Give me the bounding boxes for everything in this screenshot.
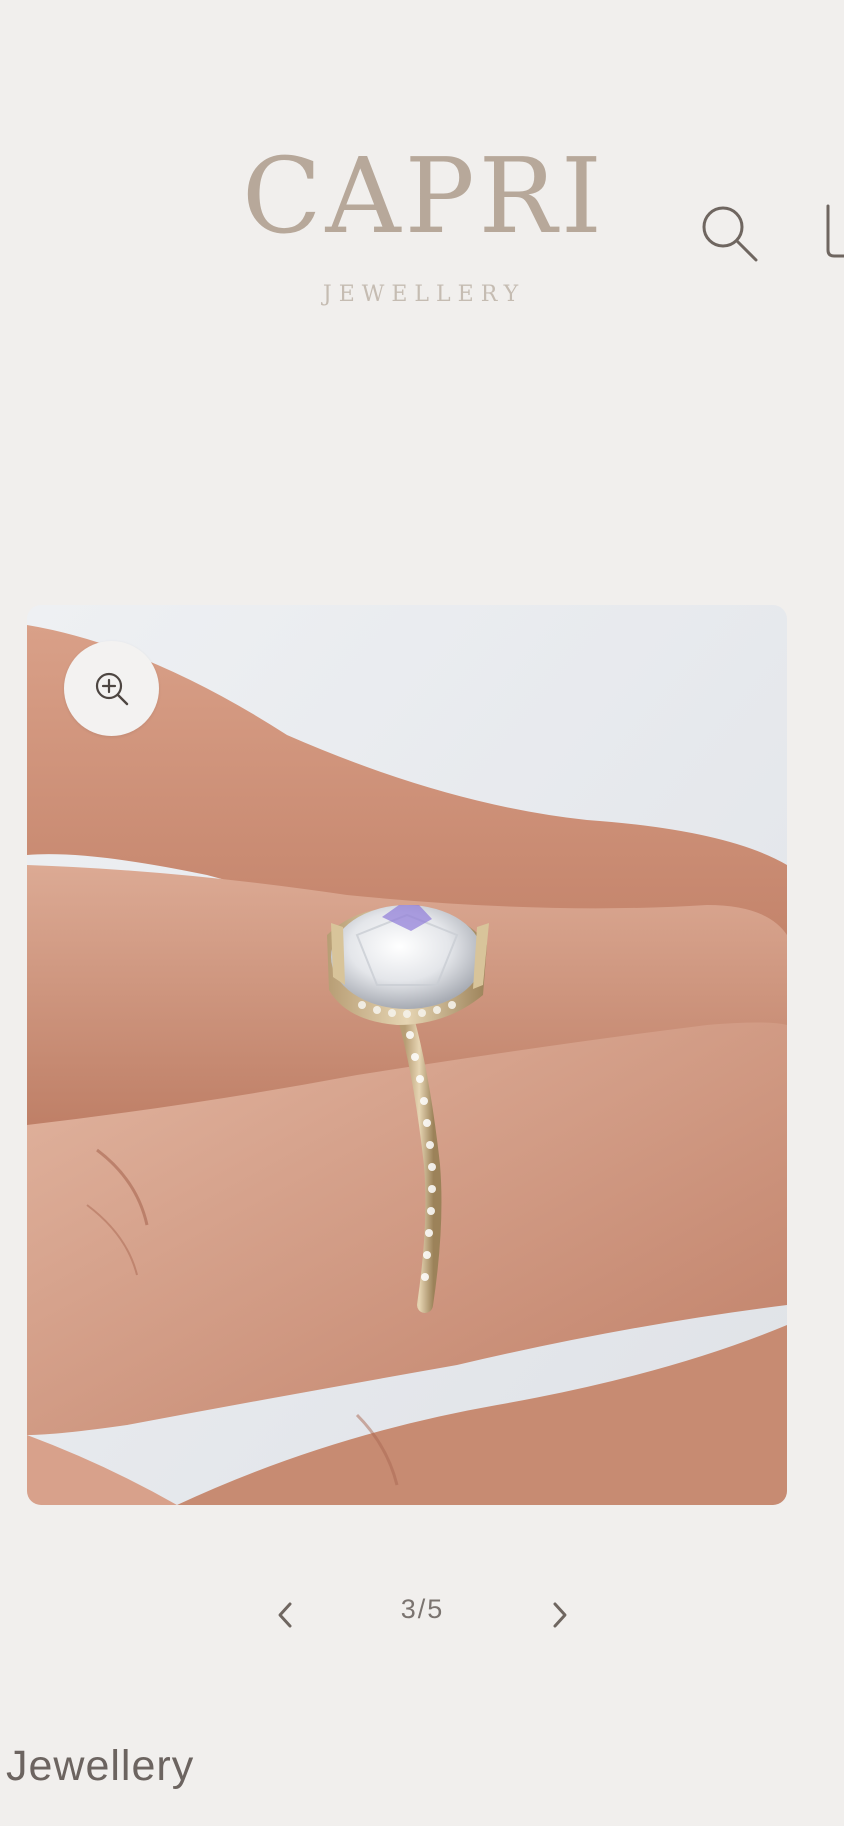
logo-subtitle: JEWELLERY xyxy=(322,282,526,307)
chevron-right-icon xyxy=(553,1602,567,1628)
product-image xyxy=(27,605,787,1505)
product-vendor: Jewellery xyxy=(6,1742,195,1790)
search-icon xyxy=(702,206,758,262)
chevron-left-icon xyxy=(278,1602,292,1628)
zoom-button[interactable] xyxy=(64,641,159,736)
logo-wordmark: CAPRI xyxy=(241,135,607,257)
product-image-gallery[interactable] xyxy=(27,605,787,1505)
capri-logo[interactable]: CAPRI JEWELLERY xyxy=(228,140,620,330)
search-button[interactable] xyxy=(694,198,764,268)
cart-icon xyxy=(826,204,844,258)
slide-counter: 3/5 xyxy=(400,1594,445,1624)
next-slide-button[interactable] xyxy=(535,1590,585,1640)
slider-pagination: 3/5 xyxy=(260,1580,585,1650)
site-header: CAPRI JEWELLERY xyxy=(0,0,844,420)
previous-slide-button[interactable] xyxy=(260,1590,310,1640)
zoom-in-icon xyxy=(95,672,128,705)
cart-button[interactable] xyxy=(824,198,844,268)
